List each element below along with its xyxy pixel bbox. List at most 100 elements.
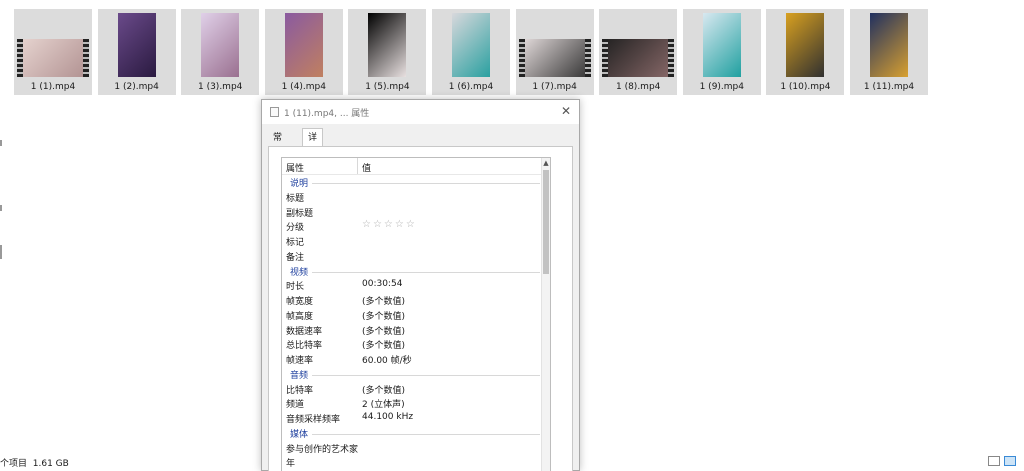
video-thumbnail — [702, 13, 741, 77]
property-name: 帧高度 — [286, 311, 314, 322]
property-value[interactable]: (多个数值) — [362, 309, 405, 322]
file-item[interactable]: 1 (2).mp4 — [97, 9, 176, 95]
property-row[interactable]: 参与创作的艺术家 — [282, 441, 544, 456]
video-thumbnail — [518, 39, 591, 77]
video-thumbnail — [201, 13, 240, 77]
file-name-label: 1 (8).mp4 — [615, 82, 661, 92]
details-view-icon[interactable] — [988, 456, 1000, 466]
list-header: 属性 值 — [282, 158, 550, 175]
property-name: 数据速率 — [286, 326, 323, 337]
view-toggle — [988, 456, 1016, 466]
group-divider — [312, 183, 540, 184]
property-value[interactable]: 2 (立体声) — [362, 397, 405, 410]
property-row[interactable]: 帧速率 60.00 帧/秒 — [282, 352, 544, 367]
property-value[interactable]: (多个数值) — [362, 294, 405, 307]
property-row[interactable]: 时长 00:30:54 — [282, 278, 544, 293]
property-row[interactable]: 副标题 — [282, 205, 544, 220]
property-name: 标题 — [286, 193, 305, 204]
file-item[interactable]: 1 (5).mp4 — [348, 9, 427, 95]
property-row[interactable]: 备注 — [282, 249, 544, 264]
file-item[interactable]: 1 (6).mp4 — [432, 9, 510, 95]
property-row[interactable]: 频道 2 (立体声) — [282, 396, 544, 411]
group-name: 媒体 — [290, 429, 309, 440]
column-header-value[interactable]: 值 — [362, 161, 371, 174]
file-name-label: 1 (10).mp4 — [780, 82, 831, 92]
group-name: 视频 — [290, 267, 309, 278]
property-value[interactable]: 00:30:54 — [362, 279, 402, 289]
property-value[interactable]: (多个数值) — [362, 383, 405, 396]
property-name: 标记 — [286, 238, 305, 248]
property-row[interactable]: 数据速率 (多个数值) — [282, 323, 544, 338]
video-thumbnail — [117, 13, 156, 77]
rating-stars-icon[interactable]: ☆☆☆☆☆ — [362, 219, 417, 230]
property-group-header: 视频 — [282, 264, 544, 279]
file-name-label: 1 (7).mp4 — [532, 82, 577, 92]
scrollbar[interactable]: ▲ — [541, 158, 550, 471]
tab-general[interactable]: 常规 — [268, 131, 287, 158]
file-name-label: 1 (3).mp4 — [197, 82, 243, 92]
property-name: 帧宽度 — [286, 297, 314, 307]
column-divider[interactable] — [357, 158, 358, 174]
property-name: 年 — [286, 459, 296, 470]
column-header-property[interactable]: 属性 — [286, 161, 304, 174]
group-name: 音频 — [290, 370, 309, 381]
file-name-label: 1 (11).mp4 — [863, 82, 915, 92]
property-name: 备注 — [286, 252, 305, 263]
total-size: 1.61 GB — [32, 459, 69, 469]
file-name-label: 1 (5).mp4 — [365, 82, 410, 92]
property-list: 属性 值 说明标题 副标题分级 ☆☆☆☆☆ 标记备注视频时长 00:30:54 帧宽度 (多… — [281, 157, 551, 471]
property-row[interactable]: 帧高度 (多个数值) — [282, 308, 544, 323]
property-name: 频道 — [286, 400, 305, 411]
file-name-label: 1 (9).mp4 — [699, 82, 744, 92]
dialog-title-bar[interactable]: 1 (11).mp4, ... 属性 ✕ — [262, 100, 579, 124]
video-thumbnail — [786, 13, 825, 77]
property-group-header: 说明 — [282, 175, 544, 190]
property-value[interactable]: (多个数值) — [362, 338, 405, 351]
property-name: 时长 — [286, 282, 305, 293]
scroll-thumb[interactable] — [543, 170, 549, 274]
file-thumbnail-strip: 1 (1).mp4 1 (2).mp4 1 (3).mp4 1 (4).mp4 1 (5… — [0, 0, 1024, 100]
file-name-label: 1 (1).mp4 — [30, 82, 76, 92]
property-value[interactable]: 60.00 帧/秒 — [362, 353, 412, 366]
close-button[interactable]: ✕ — [561, 104, 571, 118]
left-pane-edge — [0, 245, 2, 259]
property-row[interactable]: 总比特率 (多个数值) — [282, 337, 544, 352]
file-item[interactable]: 1 (8).mp4 — [599, 9, 678, 95]
group-divider — [312, 374, 540, 376]
video-thumbnail — [368, 13, 407, 77]
property-row[interactable]: 比特率 (多个数值) — [282, 382, 544, 397]
property-row[interactable]: 标题 — [282, 190, 544, 205]
video-thumbnail — [284, 13, 323, 77]
file-item[interactable]: 1 (3).mp4 — [181, 9, 260, 95]
property-row[interactable]: 年 — [282, 455, 544, 470]
property-group-header: 媒体 — [282, 426, 544, 441]
property-name: 分级 — [286, 223, 305, 234]
files-icon — [270, 107, 279, 117]
file-item[interactable]: 1 (9).mp4 — [682, 9, 761, 95]
property-rows: 说明 标题 副标题 分级 ☆☆☆☆☆ 标记 备注 视频 时长 00:30:54 帧宽度 (多个数值) 帧… — [282, 175, 544, 470]
file-item[interactable]: 1 (1).mp4 — [14, 9, 92, 95]
file-item[interactable]: 1 (4).mp4 — [264, 9, 343, 95]
property-row[interactable]: 帧宽度 (多个数值) — [282, 293, 544, 308]
file-item[interactable]: 1 (7).mp4 — [515, 9, 594, 95]
tab-details[interactable]: 详细信息 — [302, 128, 324, 197]
video-thumbnail — [602, 39, 675, 77]
group-divider — [312, 271, 540, 273]
property-row[interactable]: 音频采样频率 44.100 kHz — [282, 411, 544, 426]
properties-dialog: 1 (11).mp4, ... 属性 ✕ 常规 详细信息 属性 值 说明标题副标… — [261, 99, 580, 471]
file-name-label: 1 (2).mp4 — [114, 82, 159, 92]
video-thumbnail — [870, 13, 908, 77]
file-item[interactable]: 1 (11).mp4 — [850, 9, 928, 95]
property-row[interactable]: 分级 ☆☆☆☆☆ — [282, 219, 544, 234]
property-value[interactable]: 44.100 kHz — [362, 412, 413, 422]
property-name: 比特率 — [286, 385, 314, 396]
video-thumbnail — [452, 13, 490, 77]
file-item[interactable]: 1 (10).mp4 — [766, 9, 845, 95]
left-pane-edge — [0, 205, 2, 211]
status-bar: 个项目 1.61 GB — [0, 456, 69, 469]
property-value[interactable]: (多个数值) — [362, 324, 405, 337]
property-row[interactable]: 标记 — [282, 234, 544, 249]
scroll-up-arrow-icon[interactable]: ▲ — [542, 158, 550, 168]
large-icons-view-icon[interactable] — [1004, 456, 1016, 466]
property-name: 帧速率 — [286, 356, 314, 366]
